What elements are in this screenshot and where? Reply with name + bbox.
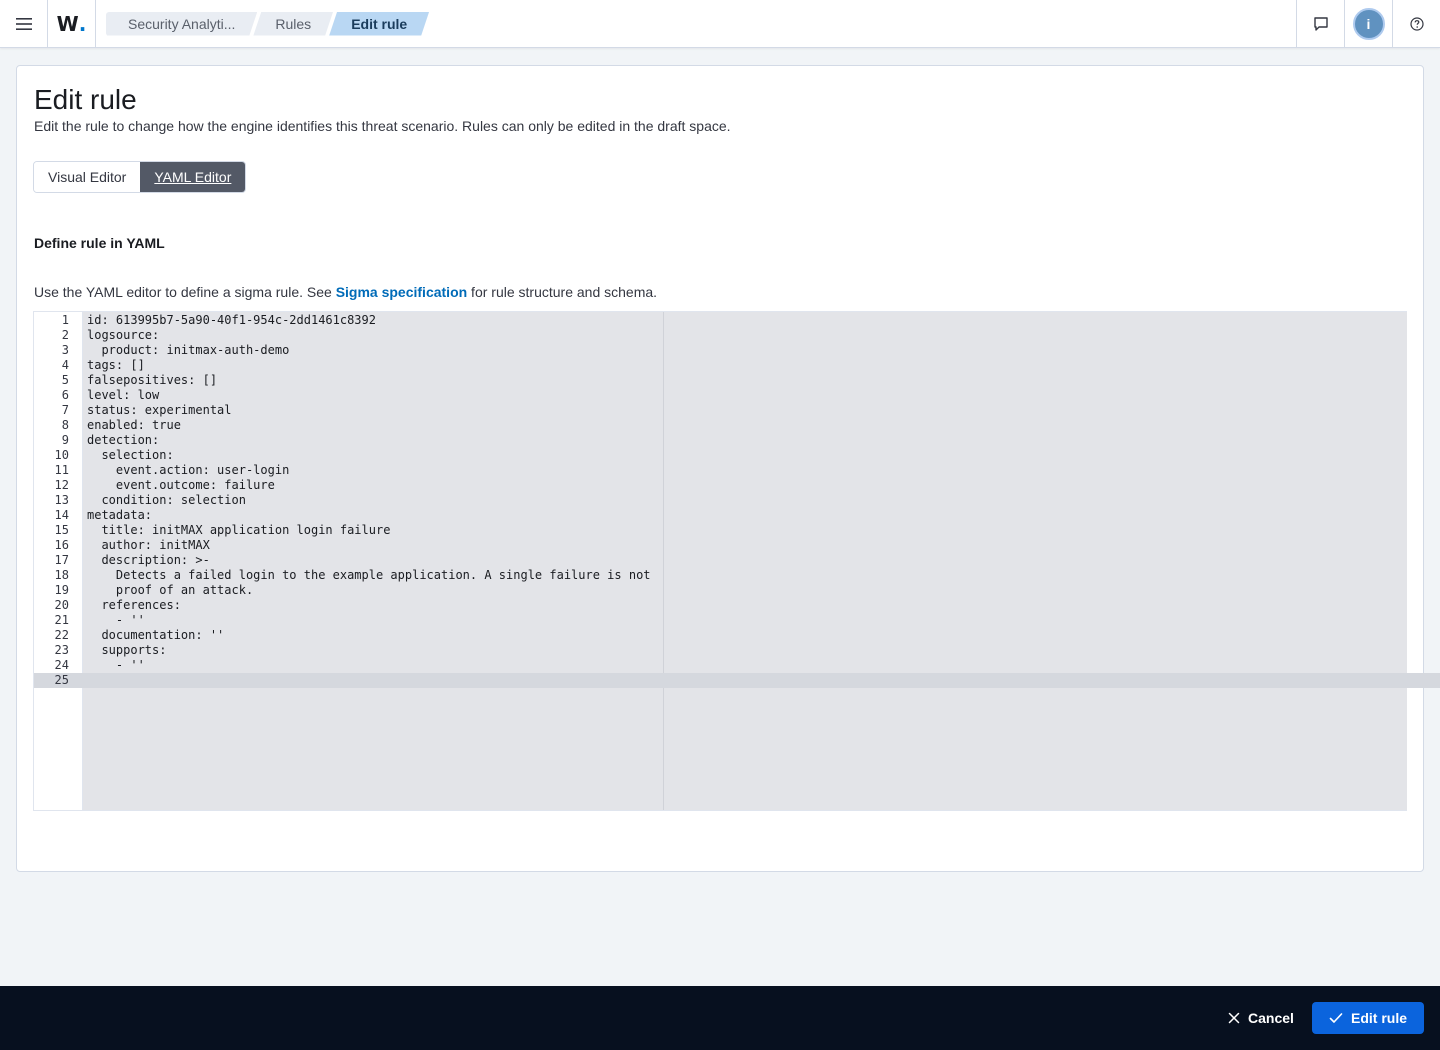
submit-label: Edit rule [1350, 1010, 1407, 1026]
yaml-help-text: Use the YAML editor to define a sigma ru… [34, 284, 657, 300]
line-number: 23 [54, 643, 69, 657]
app-logo[interactable]: W. [48, 0, 96, 48]
line-number: 12 [54, 478, 69, 492]
tab-visual-editor[interactable]: Visual Editor [34, 162, 141, 192]
editor-mode-toggle: Visual Editor YAML Editor [33, 161, 247, 193]
code-line[interactable]: - '' [87, 658, 145, 673]
edit-rule-submit-button[interactable]: Edit rule [1312, 1002, 1424, 1034]
edit-rule-panel: Edit rule Edit the rule to change how th… [16, 65, 1440, 872]
line-number: 25 [54, 673, 69, 687]
code-line[interactable]: supports: [87, 643, 166, 658]
line-number: 7 [61, 403, 69, 417]
code-line[interactable]: description: >- [87, 553, 209, 568]
close-icon [1228, 1012, 1240, 1024]
line-number: 11 [54, 463, 69, 477]
help-icon [1409, 17, 1424, 31]
page-description: Edit the rule to change how the engine i… [34, 118, 731, 134]
logo-letter: W [56, 11, 79, 36]
line-number: 5 [61, 373, 69, 387]
code-line[interactable]: condition: selection [87, 493, 246, 508]
help-text-after: for rule structure and schema. [467, 284, 658, 300]
chat-button[interactable] [1296, 0, 1344, 48]
tab-yaml-editor[interactable]: YAML Editor [140, 162, 246, 192]
line-number-gutter: 1 2 3 4 5 6 7 8 9 10 11 12 13 14 15 16 17 18 19 20 21 22 23 24 2… [34, 312, 83, 810]
code-line[interactable]: product: initmax-auth-demo [87, 343, 289, 358]
line-number: 17 [54, 553, 69, 567]
code-line[interactable]: falsepositives: [] [87, 373, 217, 388]
avatar: i [1352, 8, 1385, 40]
code-line[interactable]: level: low [87, 388, 159, 403]
header-actions: i [1296, 0, 1440, 48]
section-title: Define rule in YAML [34, 235, 165, 251]
logo-dot: . [78, 11, 87, 36]
check-icon [1329, 1013, 1343, 1023]
code-line[interactable]: enabled: true [87, 418, 181, 433]
code-line[interactable]: event.outcome: failure [87, 478, 275, 493]
help-button[interactable] [1392, 0, 1440, 48]
breadcrumb-security-analytics[interactable]: Security Analyti... [106, 12, 257, 36]
cancel-label: Cancel [1248, 1010, 1294, 1026]
code-line[interactable]: title: initMAX application login failure [87, 523, 390, 538]
line-number: 10 [54, 448, 69, 462]
code-line[interactable]: metadata: [87, 508, 152, 523]
cancel-button[interactable]: Cancel [1218, 1002, 1304, 1034]
line-number: 22 [54, 628, 69, 642]
code-line[interactable]: status: experimental [87, 403, 232, 418]
sigma-specification-link[interactable]: Sigma specification [336, 284, 467, 300]
line-number: 19 [54, 583, 69, 597]
top-header: W. Security Analyti... Rules Edit rule i [0, 0, 1440, 48]
code-text-area[interactable]: id: 613995b7-5a90-40f1-954c-2dd1461c8392… [83, 312, 1440, 810]
line-number: 13 [54, 493, 69, 507]
code-line[interactable]: detection: [87, 433, 159, 448]
code-line[interactable]: documentation: '' [87, 628, 224, 643]
code-line[interactable]: tags: [] [87, 358, 145, 373]
chat-icon [1313, 17, 1328, 31]
help-text-before: Use the YAML editor to define a sigma ru… [34, 284, 336, 300]
line-number: 18 [54, 568, 69, 582]
yaml-code-editor[interactable]: 1 2 3 4 5 6 7 8 9 10 11 12 13 14 15 16 17 18 19 20 21 22 23 24 2… [33, 311, 1440, 811]
breadcrumb: Security Analyti... Rules Edit rule [96, 0, 425, 48]
code-line[interactable]: event.action: user-login [87, 463, 289, 478]
code-line[interactable]: - '' [87, 613, 145, 628]
line-number: 6 [61, 388, 69, 402]
line-number: 20 [54, 598, 69, 612]
line-number: 24 [54, 658, 69, 672]
code-line[interactable]: selection: [87, 448, 173, 463]
code-line[interactable]: id: 613995b7-5a90-40f1-954c-2dd1461c8392 [87, 313, 376, 328]
page-title: Edit rule [34, 84, 137, 115]
line-number: 8 [61, 418, 69, 432]
code-line[interactable]: author: initMAX [87, 538, 209, 553]
code-line[interactable]: proof of an attack. [87, 583, 253, 598]
user-menu-button[interactable]: i [1344, 0, 1392, 48]
line-number: 15 [54, 523, 69, 537]
menu-button[interactable] [0, 0, 48, 48]
print-margin [663, 312, 664, 810]
line-number: 14 [54, 508, 69, 522]
code-line[interactable]: logsource: [87, 328, 159, 343]
line-number: 4 [61, 358, 69, 372]
hamburger-menu-icon [15, 17, 32, 30]
line-number: 21 [54, 613, 69, 627]
breadcrumb-edit-rule: Edit rule [329, 12, 429, 36]
line-number: 2 [61, 328, 69, 342]
line-number: 9 [61, 433, 69, 447]
line-number: 16 [54, 538, 69, 552]
active-line-highlight [83, 673, 1440, 688]
breadcrumb-rules[interactable]: Rules [253, 12, 333, 36]
line-number: 1 [61, 313, 69, 327]
line-number: 3 [61, 343, 69, 357]
code-line[interactable]: Detects a failed login to the example ap… [87, 568, 651, 583]
code-line[interactable]: references: [87, 598, 180, 613]
